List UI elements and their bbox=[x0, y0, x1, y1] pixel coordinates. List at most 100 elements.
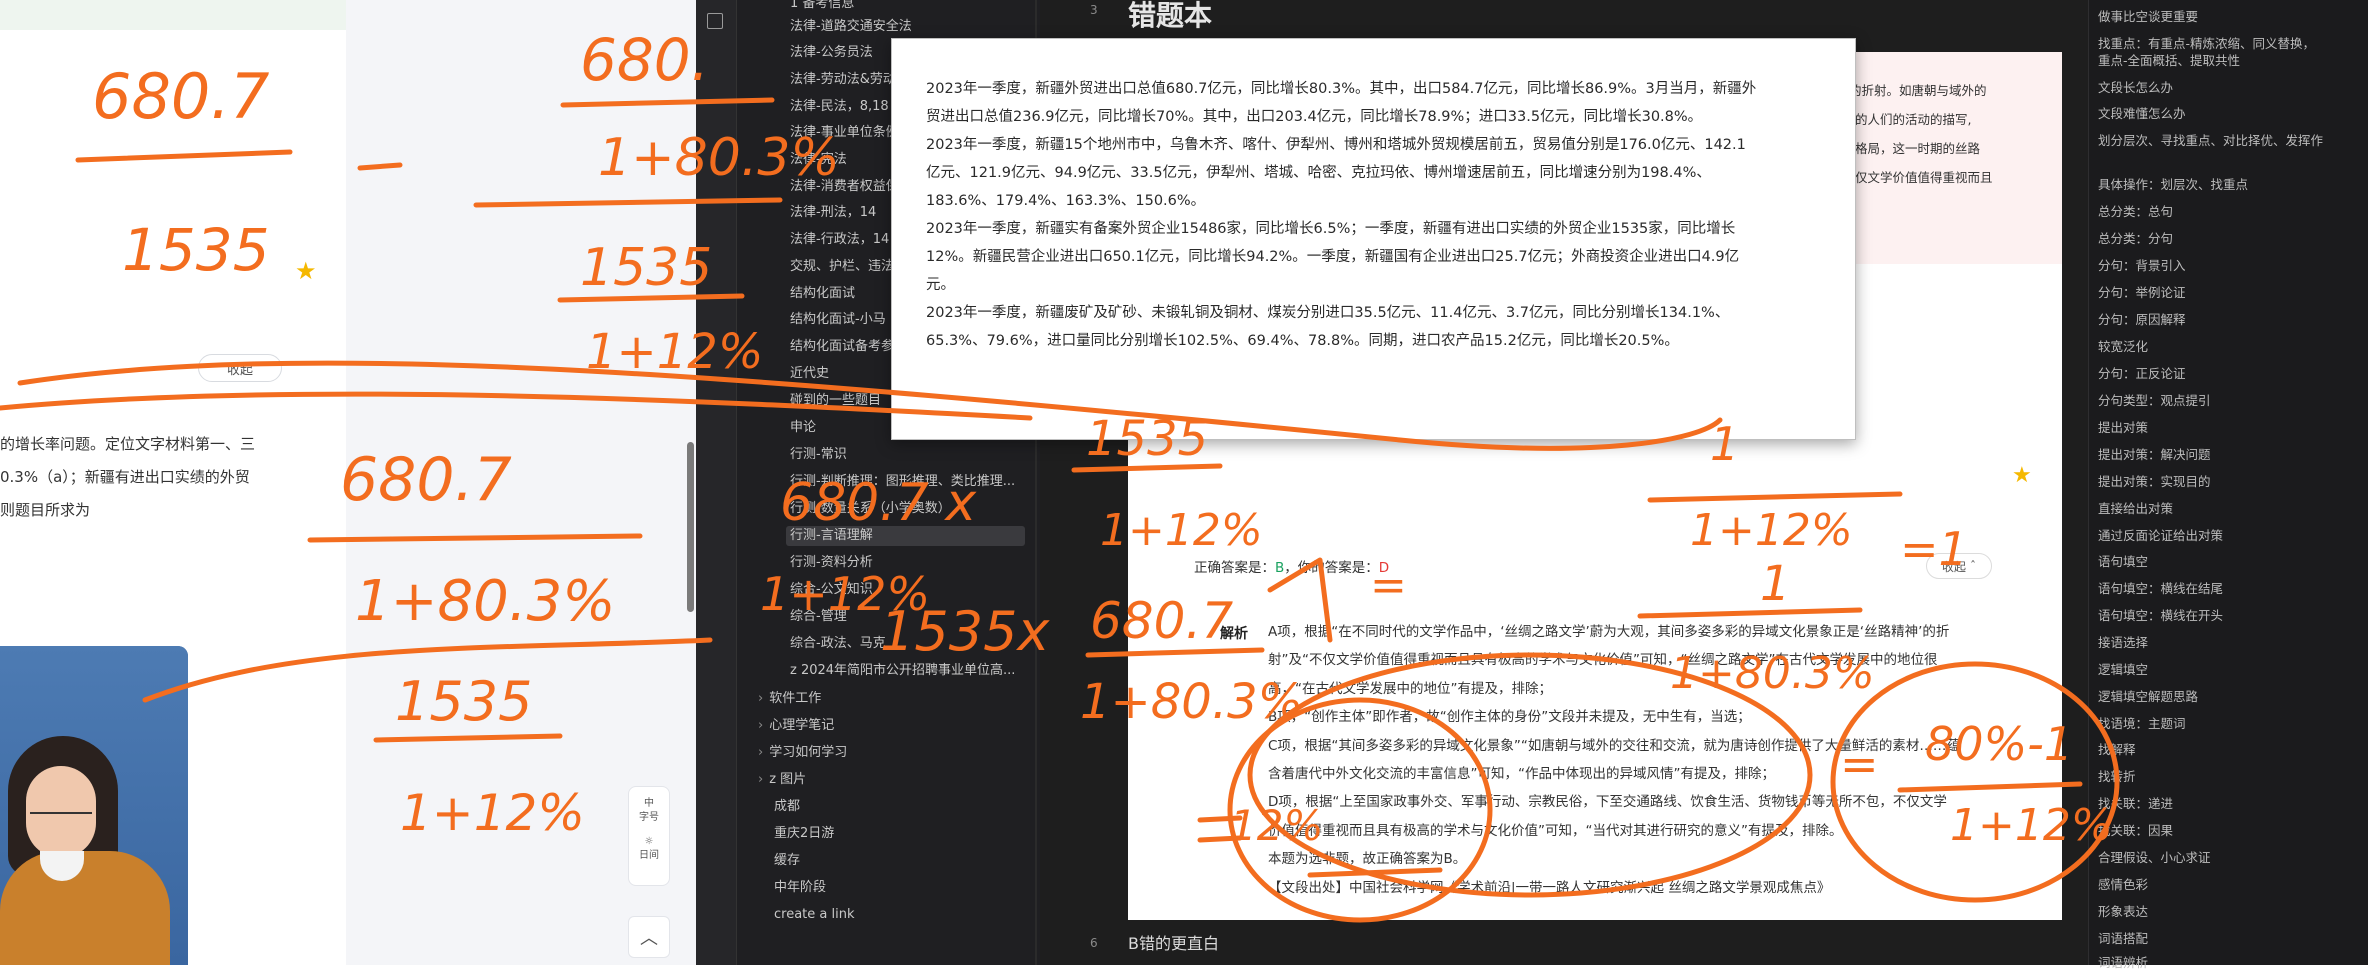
tree-item[interactable]: 法律-道路交通安全法 bbox=[790, 17, 1020, 37]
analysis-line: 【文段出处】中国社会科学网《学术前沿|一带一路人文研究渐兴起 丝绸之路文学景观成… bbox=[1268, 879, 1831, 896]
outline-item[interactable]: 通过反面论证给出对策 bbox=[2098, 526, 2363, 546]
outline-item[interactable]: 具体操作：划层次、找重点 bbox=[2098, 175, 2363, 195]
font-size-label[interactable]: 中 bbox=[629, 797, 669, 811]
popup-line: 亿元、121.9亿元、94.9亿元、33.5亿元，伊犁州、塔城、哈密、克拉玛依、… bbox=[926, 165, 1711, 181]
tree-item[interactable]: z 2024年简阳市公开招聘事业单位高... bbox=[790, 661, 1020, 681]
tree-item[interactable]: 缓存 bbox=[774, 851, 1004, 871]
outline-item[interactable]: 直接给出对策 bbox=[2098, 499, 2363, 519]
popup-line: 2023年一季度，新疆15个地州市中，乌鲁木齐、喀什、伊犁州、博州和塔城外贸规模… bbox=[926, 137, 1746, 153]
outline-item[interactable]: 分句：正反论证 bbox=[2098, 364, 2363, 384]
tree-item[interactable]: 行测-资料分析 bbox=[790, 553, 1020, 573]
outline-item[interactable]: 总分类：分句 bbox=[2098, 229, 2363, 249]
outline-item[interactable]: 分句：举例论证 bbox=[2098, 283, 2363, 303]
editor-line[interactable]: B错的更直白 bbox=[1128, 930, 1219, 954]
popup-line: 贸进出口总值236.9亿元，同比增长70%。其中，出口203.4亿元，同比增长7… bbox=[926, 109, 1703, 125]
tree-item[interactable]: 综合-公文知识 bbox=[790, 580, 1020, 600]
hover-preview-popup: 2023年一季度，新疆外贸进出口总值680.7亿元，同比增长80.3%。其中，出… bbox=[891, 38, 1856, 440]
tree-item-selected[interactable]: 行测-言语理解 bbox=[786, 526, 1025, 546]
outline-item[interactable]: 较宽泛化 bbox=[2098, 337, 2363, 357]
day-mode-label: 日间 bbox=[639, 850, 659, 861]
tree-folder[interactable]: › z 图片 bbox=[758, 770, 988, 790]
outline-item[interactable]: 找关联：递进 bbox=[2098, 794, 2363, 814]
analysis-line: 射”及“不仅文学价值值得重视而且具有极高的学术与文化价值”可知，“丝绸之路文学”… bbox=[1268, 652, 1938, 669]
scrollbar[interactable] bbox=[687, 442, 694, 612]
outline-item[interactable]: 划分层次、寻找重点、对比择优、发挥作 bbox=[2098, 131, 2363, 151]
tree-item[interactable]: 行测-常识 bbox=[790, 445, 1020, 465]
font-size-caption: 字号 bbox=[639, 812, 659, 823]
tree-folder-label: 软件工作 bbox=[769, 691, 822, 706]
question-line: 中”的折射。如唐朝与域外的 bbox=[1830, 83, 1987, 98]
tree-item[interactable]: 成都 bbox=[774, 797, 1004, 817]
outline-item[interactable]: 词语辨析 bbox=[2098, 953, 2363, 973]
tree-item[interactable]: 综合-政法、马克 bbox=[790, 634, 1020, 654]
collapse-button[interactable]: 收起 bbox=[198, 354, 282, 382]
tree-folder[interactable]: › 软件工作 bbox=[758, 689, 988, 709]
image-icon[interactable] bbox=[707, 13, 723, 29]
outline-item[interactable]: 接语选择 bbox=[2098, 633, 2363, 653]
popup-line: 65.3%、79.6%，进口量同比分别增长102.5%、69.4%、78.8%。… bbox=[926, 333, 1679, 349]
ribbon bbox=[696, 0, 737, 965]
outline-item[interactable]: 分句：原因解释 bbox=[2098, 310, 2363, 330]
tree-item[interactable]: 行测-判断推理：图形推理、类比推理... bbox=[790, 472, 1020, 492]
analysis-line: 价值值得重视而且具有极高的学术与文化价值”可知，“当代对其进行研究的意义”有提及… bbox=[1268, 822, 1843, 839]
outline-item[interactable]: 找解释 bbox=[2098, 740, 2363, 760]
outline-item[interactable]: 逻辑填空解题思路 bbox=[2098, 687, 2363, 707]
outline-item[interactable]: 分句类型：观点提引 bbox=[2098, 391, 2363, 411]
outline-item[interactable]: 文段难懂怎么办 bbox=[2098, 104, 2363, 124]
tree-item[interactable]: 中年阶段 bbox=[774, 878, 1004, 898]
tree-folder[interactable]: › 心理学笔记 bbox=[758, 716, 988, 736]
outline-item[interactable]: 提出对策 bbox=[2098, 418, 2363, 438]
outline-item[interactable]: 提出对策：实现目的 bbox=[2098, 472, 2363, 492]
outline-item[interactable]: 重点-全面概括、提取共性 bbox=[2098, 51, 2363, 71]
popup-line: 2023年一季度，新疆实有备案外贸企业15486家，同比增长6.5%；一季度，新… bbox=[926, 221, 1736, 237]
collapse-label: 收起 bbox=[1941, 559, 1966, 574]
outline-item[interactable]: 提出对策：解决问题 bbox=[2098, 445, 2363, 465]
outline-item[interactable]: 逻辑填空 bbox=[2098, 660, 2363, 680]
popup-line: 12%。新疆民营企业进出口650.1亿元，同比增长94.2%。一季度，新疆国有企… bbox=[926, 249, 1740, 265]
font-tools-panel[interactable]: 中 字号 ☼ 日间 bbox=[628, 786, 670, 886]
collapse-label: 收起 bbox=[226, 362, 253, 378]
outline-item[interactable]: 合理假设、小心求证 bbox=[2098, 848, 2363, 868]
outline-item[interactable]: 语句填空：横线在结尾 bbox=[2098, 579, 2363, 599]
your-answer: D bbox=[1378, 560, 1390, 576]
question-line: ，不仅文学价值值得重视而且 bbox=[1830, 170, 1993, 185]
collapse-button[interactable]: 收起 ˆ bbox=[1926, 553, 1992, 579]
outline-item[interactable]: 找转折 bbox=[2098, 767, 2363, 787]
popup-line: 2023年一季度，新疆废矿及矿砂、未锻轧铜及铜材、煤炭分别进口35.5亿元、11… bbox=[926, 305, 1730, 321]
outline-item[interactable]: 总分类：总句 bbox=[2098, 202, 2363, 222]
analysis-line: 高，“在古代文学发展中的地位”有提及，排除； bbox=[1268, 680, 1552, 697]
chevron-right-icon: › bbox=[758, 772, 764, 787]
favorite-star-icon[interactable]: ★ bbox=[295, 257, 317, 285]
analysis-line: 则题目所求为 bbox=[0, 501, 91, 519]
popup-line: 2023年一季度，新疆外贸进出口总值680.7亿元，同比增长80.3%。其中，出… bbox=[926, 81, 1757, 97]
answer-label: 正确答案是： bbox=[1194, 560, 1275, 576]
analysis-line: D项，根据“上至国家政事外交、军事行动、宗教民俗，下至交通路线、饮食生活、货物钱… bbox=[1268, 794, 1947, 811]
analysis-line: A项，根据“在不同时代的文学作品中，‘丝绸之路文学’蔚为大观，其间多姿多彩的异域… bbox=[1268, 624, 1950, 640]
analysis-line: 含着唐代中外文化交流的丰富信息”可知，“作品中体现出的异域风情”有提及，排除； bbox=[1268, 766, 1775, 783]
question-text: 中”的折射。如唐朝与域外的 路上的人们的活动的描写, 开放格局，这一时期的丝路 … bbox=[1830, 76, 2055, 192]
line-number: 3 bbox=[1090, 3, 1098, 17]
teacher-video-thumbnail[interactable] bbox=[0, 646, 188, 965]
chevron-up-icon[interactable]: ︿ bbox=[628, 916, 670, 958]
left-top-band bbox=[0, 0, 346, 30]
outline-item[interactable]: 感情色彩 bbox=[2098, 875, 2363, 895]
outline-item[interactable]: 做事比空谈更重要 bbox=[2098, 7, 2363, 27]
tree-item[interactable]: 1 备考信息 bbox=[790, 0, 1020, 14]
favorite-star-icon[interactable]: ★ bbox=[2012, 463, 2032, 488]
sun-icon[interactable]: ☼ bbox=[629, 835, 669, 849]
outline-item[interactable]: 语句填空：横线在开头 bbox=[2098, 606, 2363, 626]
tree-item[interactable]: 综合-管理 bbox=[790, 607, 1020, 627]
outline-item[interactable]: 词语搭配 bbox=[2098, 929, 2363, 949]
tree-item[interactable]: create a link bbox=[774, 905, 1004, 925]
outline-item[interactable]: 找关联：因果 bbox=[2098, 821, 2363, 841]
line-number: 6 bbox=[1090, 936, 1098, 950]
outline-item[interactable]: 找语境：主题词 bbox=[2098, 714, 2363, 734]
outline-item[interactable]: 语句填空 bbox=[2098, 552, 2363, 572]
tree-folder[interactable]: › 学习如何学习 bbox=[758, 743, 988, 763]
tree-item[interactable]: 行测-数量关系（小学奥数） bbox=[790, 499, 1020, 519]
tree-item[interactable]: 重庆2日游 bbox=[774, 824, 1004, 844]
analysis-heading: 解析 bbox=[1220, 626, 1248, 642]
outline-item[interactable]: 分句：背景引入 bbox=[2098, 256, 2363, 276]
outline-item[interactable]: 形象表达 bbox=[2098, 902, 2363, 922]
outline-item[interactable]: 文段长怎么办 bbox=[2098, 78, 2363, 98]
